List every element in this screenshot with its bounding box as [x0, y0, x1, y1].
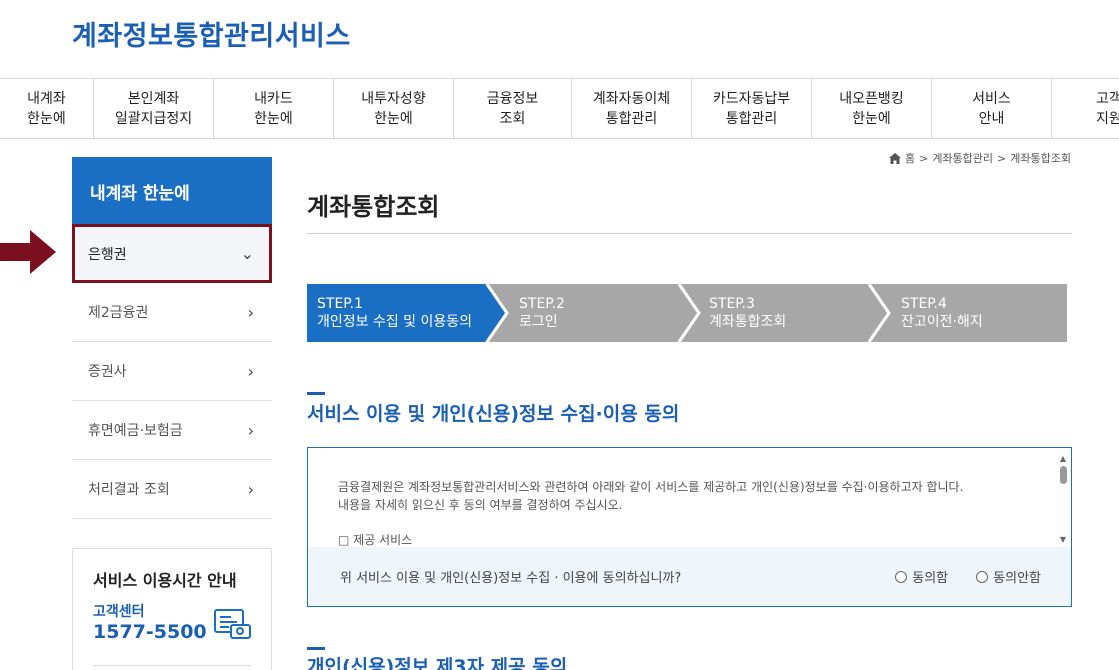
step-label: 개인정보 수집 및 이용동의: [317, 314, 473, 330]
gnb-label: 카드자동납부 통합관리: [712, 90, 791, 127]
step-number: STEP.1: [317, 296, 363, 312]
breadcrumb-level2: 계좌통합조회: [1010, 152, 1071, 165]
gnb-item-my-cards[interactable]: 내카드 한눈에: [214, 79, 334, 138]
step-label: 계좌통합조회: [709, 314, 787, 330]
site-title[interactable]: 계좌정보통합관리서비스: [72, 14, 351, 53]
gnb-item-service-guide[interactable]: 서비스 안내: [932, 79, 1052, 138]
disagree-label: 동의안함: [993, 571, 1041, 586]
consent-text[interactable]: 금융결제원은 계좌정보통합관리서비스와 관련하여 아래와 같이 서비스를 제공하…: [338, 478, 1038, 549]
sidebar-item-secondary-finance[interactable]: 제2금융권 ›: [72, 283, 272, 342]
highlight-arrow-icon: [0, 230, 56, 274]
home-icon[interactable]: [888, 152, 901, 164]
consent-paragraph: 금융결제원은 계좌정보통합관리서비스와 관련하여 아래와 같이 서비스를 제공하…: [338, 480, 964, 494]
sidebar-item-securities[interactable]: 증권사 ›: [72, 342, 272, 401]
consent-question: 위 서비스 이용 및 개인(신용)정보 수집 · 이용에 동의하십니까?: [340, 571, 682, 586]
gnb-item-my-accounts[interactable]: 내계좌 한눈에: [0, 79, 94, 138]
section-title-third-party: 개인(신용)정보 제3자 제공 동의: [307, 656, 568, 670]
breadcrumb-home[interactable]: 홈: [905, 150, 915, 166]
sidebar-item-label: 처리결과 조회: [88, 482, 170, 498]
step-label: 잔고이전·해지: [901, 314, 983, 330]
agree-radio[interactable]: 동의함: [895, 567, 948, 586]
sidebar-item-label: 휴면예금·보험금: [88, 423, 183, 439]
scroll-up-icon[interactable]: ▲: [1057, 454, 1069, 463]
radio-circle[interactable]: [895, 570, 908, 583]
consent-box: 금융결제원은 계좌정보통합관리서비스와 관련하여 아래와 같이 서비스를 제공하…: [307, 447, 1072, 607]
section-mark: [307, 647, 325, 650]
gnb-label: 내계좌 한눈에: [27, 90, 66, 127]
scroll-down-icon[interactable]: ▼: [1057, 535, 1069, 544]
sidebar-item-dormant-deposit[interactable]: 휴면예금·보험금 ›: [72, 401, 272, 460]
divider: [93, 665, 251, 666]
step-4: STEP.4 잔고이전·해지: [901, 295, 983, 331]
gnb-label: 고객 지원: [1096, 90, 1119, 127]
step-number: STEP.3: [709, 296, 755, 312]
gnb-item-payment-stop[interactable]: 본인계좌 일괄지급정지: [94, 79, 214, 138]
sidebar-item-label: 은행권: [88, 246, 127, 263]
chevron-right-icon: ›: [247, 420, 254, 440]
gnb-item-card-auto-pay[interactable]: 카드자동납부 통합관리: [692, 79, 812, 138]
step-progress: STEP.1 개인정보 수집 및 이용동의 STEP.2 로그인 STEP.3 …: [307, 284, 1067, 342]
document-card-icon: [214, 609, 251, 639]
scroll-thumb[interactable]: [1059, 466, 1067, 484]
agree-label: 동의함: [912, 571, 949, 586]
sidebar-item-label: 제2금융권: [88, 305, 149, 321]
step-3: STEP.3 계좌통합조회: [709, 295, 786, 331]
gnb-label: 내카드 한눈에: [254, 90, 293, 127]
gnb-item-investment[interactable]: 내투자성향 한눈에: [334, 79, 454, 138]
gnb-item-financial-info[interactable]: 금융정보 조회: [454, 79, 572, 138]
step-2: STEP.2 로그인: [519, 295, 565, 331]
gnb-label: 금융정보 조회: [486, 90, 539, 127]
chevron-right-icon: ›: [247, 361, 254, 381]
page-title: 계좌통합조회: [307, 193, 440, 221]
step-number: STEP.2: [519, 296, 565, 312]
consent-radio-group: 동의함 동의안함: [895, 567, 1041, 586]
main-nav: 내계좌 한눈에 본인계좌 일괄지급정지 내카드 한눈에 내투자성향 한눈에 금융정보 조회…: [0, 78, 1119, 139]
step-label: 로그인: [519, 314, 558, 330]
breadcrumb-sep: >: [919, 151, 929, 165]
sidebar: 내계좌 한눈에 은행권 ⌄ 제2금융권 › 증권사 › 휴면예금·보험금 › 처…: [72, 157, 272, 519]
chevron-right-icon: ›: [247, 302, 254, 322]
consent-question-bar: 위 서비스 이용 및 개인(신용)정보 수집 · 이용에 동의하십니까? 동의함…: [308, 547, 1071, 606]
gnb-label: 본인계좌 일괄지급정지: [114, 90, 193, 127]
breadcrumb-sep: >: [997, 151, 1007, 165]
gnb-label: 서비스 안내: [972, 90, 1011, 127]
gnb-label: 계좌자동이체 통합관리: [592, 90, 671, 127]
gnb-label: 내투자성향 한눈에: [361, 90, 426, 127]
breadcrumb-level1[interactable]: 계좌통합관리: [932, 150, 993, 166]
step-1: STEP.1 개인정보 수집 및 이용동의: [317, 295, 472, 331]
gnb-item-customer-support[interactable]: 고객 지원: [1052, 79, 1119, 138]
divider: [307, 233, 1072, 234]
consent-scrollbar[interactable]: ▲ ▼: [1057, 454, 1069, 544]
section-title-consent: 서비스 이용 및 개인(신용)정보 수집·이용 동의: [307, 403, 680, 425]
disagree-radio[interactable]: 동의안함: [976, 567, 1041, 586]
radio-circle[interactable]: [976, 570, 989, 583]
gnb-label: 내오픈뱅킹 한눈에: [839, 90, 904, 127]
consent-paragraph: 내용을 자세히 읽으신 후 동의 여부를 결정하여 주십시오.: [338, 498, 623, 512]
sidebar-item-bank[interactable]: 은행권 ⌄: [72, 224, 272, 283]
service-hours-title: 서비스 이용시간 안내: [93, 571, 237, 590]
chevron-right-icon: ›: [247, 479, 254, 499]
step-arrow-2: [485, 284, 697, 342]
chevron-down-icon: ⌄: [240, 244, 254, 263]
sidebar-item-result-inquiry[interactable]: 처리결과 조회 ›: [72, 460, 272, 519]
gnb-item-open-banking[interactable]: 내오픈뱅킹 한눈에: [812, 79, 932, 138]
sidebar-title: 내계좌 한눈에: [72, 157, 272, 225]
step-number: STEP.4: [901, 296, 947, 312]
section-mark: [307, 392, 325, 395]
gnb-item-auto-transfer[interactable]: 계좌자동이체 통합관리: [572, 79, 692, 138]
sidebar-item-label: 증권사: [88, 364, 127, 380]
breadcrumb: 홈 > 계좌통합관리 > 계좌통합조회: [888, 150, 1071, 166]
service-hours-box: 서비스 이용시간 안내 고객센터 1577-5500: [72, 548, 272, 670]
